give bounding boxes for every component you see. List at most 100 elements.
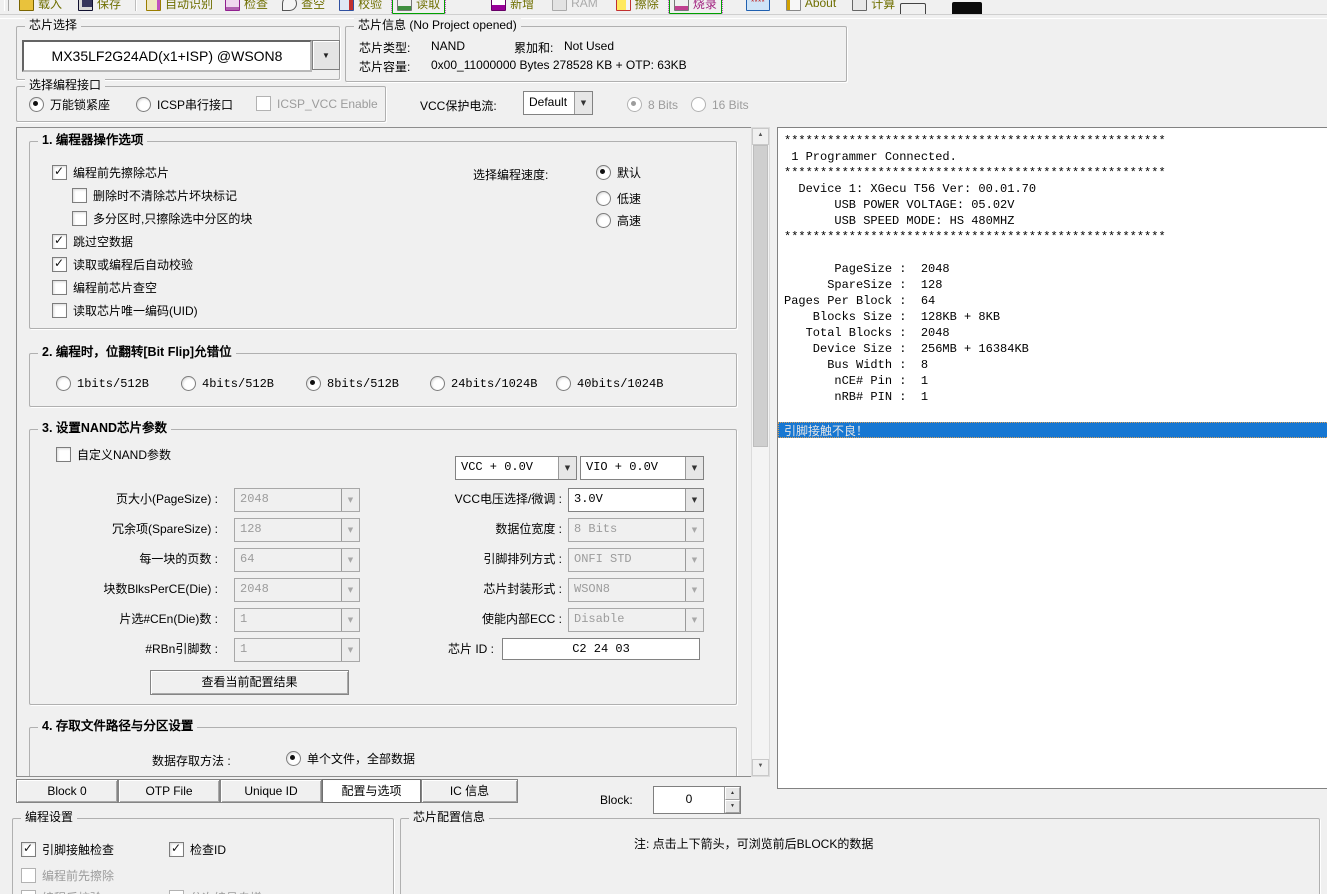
scroll-down-button[interactable]: ▼: [752, 759, 769, 776]
checkbox-erase-selected-partition[interactable]: 多分区时,只擦除选中分区的块: [72, 210, 252, 227]
checkbox-blank-check-before[interactable]: 编程前芯片查空: [52, 279, 157, 296]
checkbox-erase-before-program[interactable]: 编程前先擦除芯片: [52, 164, 169, 181]
blank-check-button[interactable]: 查空: [282, 0, 325, 12]
speed-default-label: 默认: [617, 164, 641, 181]
radio-bitflip-40[interactable]: 40bits/1024B: [556, 376, 663, 391]
chip-type-label: 芯片类型:: [359, 39, 410, 56]
radio-bitflip-4[interactable]: 4bits/512B: [181, 376, 274, 391]
program-button[interactable]: 烧录: [669, 0, 722, 14]
checkbox-verify-after-disabled: 编程后校验: [21, 889, 102, 894]
radio-speed-default[interactable]: 默认: [596, 164, 641, 181]
ram-button: RAM: [552, 0, 598, 11]
log-line: USB POWER VOLTAGE: 05.02V: [784, 198, 1327, 214]
log-console[interactable]: ****************************************…: [777, 127, 1327, 789]
checksum-value: Not Used: [564, 39, 614, 53]
radio-bitflip-1[interactable]: 1bits/512B: [56, 376, 149, 391]
radio-universal-socket[interactable]: 万能锁紧座: [29, 96, 110, 113]
calc-label: 计算: [871, 0, 895, 12]
checkbox-auto-verify[interactable]: 读取或编程后自动校验: [52, 256, 193, 273]
single-file-label: 单个文件，全部数据: [307, 750, 415, 767]
tab-otp-file[interactable]: OTP File: [118, 779, 220, 803]
tab-block0[interactable]: Block 0: [16, 779, 118, 803]
tab-config-options[interactable]: 配置与选项: [322, 779, 421, 803]
checkbox-check-id[interactable]: 检查ID: [169, 841, 226, 858]
chip-id-value: C2 24 03: [572, 642, 630, 656]
chip-id-label: 芯片 ID :: [360, 638, 494, 660]
spin-up-button[interactable]: ▲: [725, 787, 740, 800]
load-button[interactable]: 载入: [19, 0, 62, 12]
internal-ecc-combo: Disable ▼: [568, 608, 704, 632]
chip-select-dropdown-button[interactable]: ▼: [312, 40, 340, 70]
block-spinner[interactable]: 0 ▲ ▼: [653, 786, 741, 814]
vcc-select-combo[interactable]: 3.0V ▼: [568, 488, 704, 512]
custom-nand-label: 自定义NAND参数: [77, 446, 171, 463]
chevron-down-icon: ▼: [685, 519, 703, 541]
calculator-button[interactable]: 计算: [852, 0, 895, 12]
check-id-label: 检查ID: [190, 841, 226, 858]
checkbox-read-uid[interactable]: 读取芯片唯一编码(UID): [52, 302, 198, 319]
radio-16bits: 16 Bits: [691, 97, 749, 112]
erase-label: 擦除: [635, 0, 659, 12]
chip-select-display[interactable]: MX35LF2G24AD(x1+ISP) @WSON8: [22, 40, 312, 72]
erase-button[interactable]: 擦除: [616, 0, 659, 12]
tab-ic-info[interactable]: IC 信息: [421, 779, 518, 803]
checkbox-keep-badblock-marks[interactable]: 删除时不清除芯片坏块标记: [72, 187, 237, 204]
spin-down-button[interactable]: ▼: [725, 800, 740, 813]
pagesize-label: 页大小(PageSize) :: [38, 488, 218, 510]
rbn-count-combo: 1 ▼: [234, 638, 360, 662]
scroll-up-button[interactable]: ▲: [752, 128, 769, 145]
chevron-down-icon: ▼: [685, 457, 703, 479]
vcc-offset-combo[interactable]: VCC + 0.0V ▼: [455, 456, 577, 480]
dark-panel-icon[interactable]: [952, 2, 982, 14]
checkbox-skip-blank[interactable]: 跳过空数据: [52, 233, 133, 250]
radio-speed-low[interactable]: 低速: [596, 190, 641, 207]
checkbox-erase-before-disabled: 编程前先擦除: [21, 867, 114, 884]
radio-icsp[interactable]: ICSP串行接口: [136, 96, 233, 113]
spinner-buttons: ▲ ▼: [724, 787, 740, 813]
radio-bitflip-8[interactable]: 8bits/512B: [306, 376, 399, 391]
checkbox-icon: [72, 188, 87, 203]
blank-check-label: 查空: [301, 0, 325, 12]
radio-icon: [627, 97, 642, 112]
radio-single-file[interactable]: 单个文件，全部数据: [286, 750, 415, 767]
read-button[interactable]: 读取: [392, 0, 445, 14]
verify-icon: [339, 0, 354, 11]
serial-number-icon: [746, 0, 770, 11]
check-label: 检查: [244, 0, 268, 12]
vcc-select-value: 3.0V: [569, 489, 685, 511]
block-label: Block:: [600, 793, 633, 807]
cb-label: 编程前芯片查空: [73, 279, 157, 296]
verify-button[interactable]: 校验: [339, 0, 382, 12]
radio-bitflip-24[interactable]: 24bits/1024B: [430, 376, 537, 391]
ram-label: RAM: [571, 0, 598, 10]
pagesperblock-value: 64: [235, 549, 341, 571]
log-line: Total Blocks : 2048: [784, 326, 1327, 342]
chip-id-field[interactable]: C2 24 03: [502, 638, 700, 660]
add-button[interactable]: 新增: [491, 0, 534, 12]
scrollbar-thumb[interactable]: [753, 145, 768, 447]
view-config-button[interactable]: 查看当前配置结果: [150, 670, 349, 695]
log-line: nRB# PIN : 1: [784, 390, 1327, 406]
ic-socket-icon[interactable]: [900, 3, 926, 14]
cb-label: 读取或编程后自动校验: [73, 256, 193, 273]
section4-title: 4. 存取文件路径与分区设置: [38, 719, 197, 733]
vcc-current-combo[interactable]: Default ▼: [523, 91, 593, 115]
checkbox-custom-nand[interactable]: 自定义NAND参数: [56, 446, 171, 463]
check-button[interactable]: 检查: [225, 0, 268, 12]
tab-unique-id[interactable]: Unique ID: [220, 779, 322, 803]
checkbox-pin-contact-check[interactable]: 引脚接触检查: [21, 841, 114, 858]
toolbar-grip[interactable]: [4, 0, 9, 11]
program-label: 烧录: [693, 0, 717, 12]
blkspercе-label: 块数BlksPerCE(Die) :: [38, 578, 218, 600]
panel-scrollbar[interactable]: ▲ ▼: [751, 127, 770, 777]
serial-number-button[interactable]: [746, 0, 770, 11]
radio-speed-high[interactable]: 高速: [596, 212, 641, 229]
about-button[interactable]: About: [786, 0, 836, 11]
auto-detect-button[interactable]: 自动识别: [146, 0, 213, 12]
checkbox-serial-increment-disabled: 分次编号自增: [169, 889, 262, 894]
radio-icon: [556, 376, 571, 391]
vio-offset-combo[interactable]: VIO + 0.0V ▼: [580, 456, 704, 480]
save-button[interactable]: 保存: [78, 0, 121, 12]
checkbox-icon: [72, 211, 87, 226]
erase-before-label: 编程前先擦除: [42, 867, 114, 884]
